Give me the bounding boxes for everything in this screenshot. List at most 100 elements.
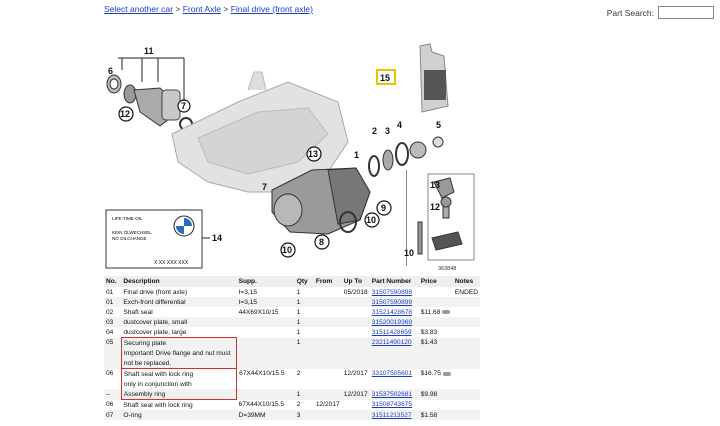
callout-13b[interactable]: 13 [430,180,440,190]
cell-notes [452,389,480,400]
part-search: Part Search: [607,6,714,19]
sticker-title: LIFE-TIME-OIL [112,216,143,221]
table-row: 05 Securing plate 1 23211490120 $1.43 [104,337,480,348]
breadcrumb-final-drive[interactable]: Final drive (front axle) [231,4,313,14]
part-number-link[interactable]: 31507590898 [372,289,412,296]
cell-qty: 1 [294,297,314,307]
callout-14[interactable]: 14 [212,233,222,243]
cell-price [419,287,453,297]
part-number-link[interactable]: 31508743675 [372,401,412,408]
part-number-link[interactable]: 23211490120 [372,339,412,346]
col-part-number: Part Number [369,276,419,287]
cell-price: $1.43 [418,337,453,348]
callout-12[interactable]: 12 [120,109,130,119]
callout-5[interactable]: 5 [436,120,441,130]
cell-supp: D=39MM [236,410,295,420]
callout-10[interactable]: 10 [366,215,376,225]
callout-1[interactable]: 1 [354,150,359,160]
sticker-text-en: NO OILCHANGE [112,236,147,241]
breadcrumb: Select another car > Front Axle > Final … [104,4,313,14]
cell-qty: 3 [294,410,314,420]
table-row: Important! Drive flange and nut must [104,348,480,358]
cell-description: only in conjunction with [120,379,238,389]
callout-12b[interactable]: 12 [430,202,440,212]
breadcrumb-separator: > [175,4,181,14]
sticker-text-de: KEIN ÖLWECHSEL [112,229,152,235]
cell-empty [236,358,480,369]
cell-description: Securing plate [120,337,238,348]
callout-4[interactable]: 4 [397,120,402,130]
sticker-code: X XX XXX XXX [154,260,189,266]
callout-2[interactable]: 2 [372,126,377,136]
part-number-link[interactable]: 31521428678 [372,309,412,316]
camera-icon[interactable] [442,371,451,376]
part-number-link[interactable]: 33107505601 [372,370,412,377]
table-row: 01 Final drive (front axle) I=3,15 1 05/… [104,287,480,297]
cell-upto [341,297,370,307]
cell-no: 01 [106,288,114,296]
part-number-link[interactable]: 31507590899 [372,299,412,306]
cell-notes [453,327,480,338]
col-supp: Supp. [236,276,295,287]
cell-qty: 2 [296,401,301,409]
cell-price [418,317,453,327]
callout-7b[interactable]: 7 [262,182,267,192]
callout-13[interactable]: 13 [308,149,318,159]
cell-price: $9.98 [418,389,453,400]
cell-no: 04 [106,328,114,336]
cell-qty: 1 [296,288,301,296]
cell-supp [236,317,295,327]
breadcrumb-front-axle[interactable]: Front Axle [183,4,221,14]
part-number-link[interactable]: 31537502681 [372,391,412,398]
callout-15[interactable]: 15 [380,73,390,83]
cell-supp [237,327,295,338]
table-row: 04 dustcover plate, large 1 31511428659 … [104,327,480,338]
cell-from [314,327,342,338]
cell-upto [342,400,370,411]
cell-from [314,369,342,380]
cell-description: O-ring [121,410,237,420]
callout-3[interactable]: 3 [385,126,390,136]
cell-upto [341,410,370,420]
cell-price [419,400,453,411]
cell-description: dustcover plate, large [123,328,187,336]
cell-upto [341,317,370,327]
table-header-row: No. Description Supp. Qty From Up To Par… [104,276,480,287]
part-search-input[interactable] [658,6,714,19]
cell-description: Important! Drive flange and nut must [120,348,238,358]
cell-notes [452,410,480,420]
cell-no: 06 [106,401,114,409]
cell-notes [452,337,480,348]
callout-10b[interactable]: 10 [282,245,292,255]
cell-supp: 67X44X10/15.5 [238,401,285,409]
cell-no: 01 [104,297,122,307]
cell-from [314,287,342,297]
cell-description: Shaft seal with lock ring [123,401,193,409]
cell-empty [237,379,480,389]
part-number-link[interactable]: 31511428659 [372,329,412,336]
part-number-link[interactable]: 31520019369 [372,319,412,326]
cell-from [314,307,342,317]
cell-from [313,317,342,327]
cell-price: $16.75 [420,370,441,378]
cell-qty: 1 [296,328,301,336]
cell-supp [236,337,295,348]
callout-11[interactable]: 11 [144,46,154,56]
cell-upto [342,327,370,338]
cell-description: Exch-front differential [121,297,237,307]
callout-9[interactable]: 9 [381,203,386,213]
cell-upto [341,337,370,348]
breadcrumb-select-car[interactable]: Select another car [104,4,173,14]
cell-description: not be replaced. [120,358,238,369]
cell-notes [452,317,480,327]
camera-icon[interactable] [442,309,451,314]
cell-supp: 67X44X10/15.5 [239,370,285,378]
callout-6[interactable]: 6 [108,66,113,76]
callout-8[interactable]: 8 [319,237,324,247]
part-number-link[interactable]: 31511213527 [372,412,412,419]
callout-7[interactable]: 7 [181,101,186,111]
cell-price: $11.68 [420,308,441,316]
cell-from [313,410,342,420]
callout-10c[interactable]: 10 [404,248,414,258]
cell-supp [236,389,295,400]
